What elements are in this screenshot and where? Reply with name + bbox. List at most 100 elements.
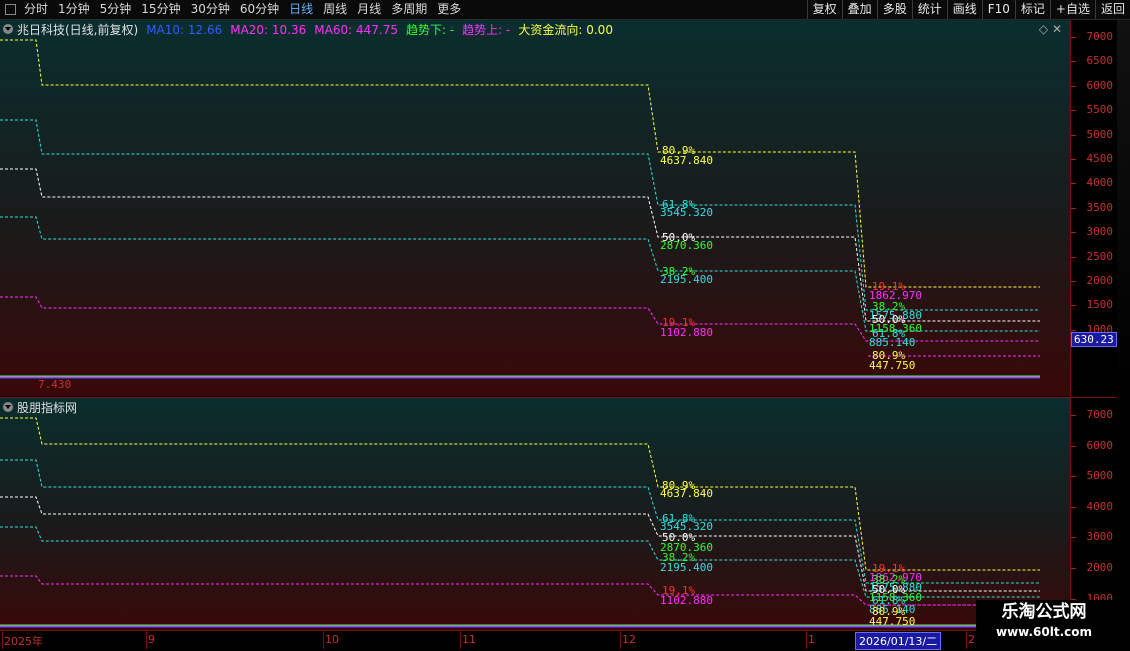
indicator-title: 股朋指标网: [17, 400, 78, 415]
toolbar-button-2[interactable]: 多股: [876, 0, 912, 19]
indicator-y-axis: 7000 6000 5000 4000 3000 2000 1000: [1071, 397, 1117, 631]
diamond-icon[interactable]: ◇: [1039, 22, 1048, 36]
y-tick-mark: [1071, 568, 1076, 569]
indicator-chart[interactable]: 80.9%4637.84061.8%3545.32050.0%2870.3603…: [0, 398, 1070, 631]
x-tick-label: 9: [148, 633, 155, 646]
indicator-value-5: 大资金流向: 0.00: [518, 22, 613, 37]
x-tick-mark: [966, 631, 967, 649]
y-tick-label: 2000: [1086, 561, 1114, 574]
tab-9[interactable]: 多周期: [386, 0, 432, 19]
y-tick-label: 7000: [1086, 408, 1114, 421]
x-tick-label: 2: [968, 633, 975, 646]
y-tick-mark: [1071, 305, 1076, 307]
indicator-panel[interactable]: 股朋指标网 80.9% 4637.840 61.8% 3545.320 50.0% 287…: [0, 397, 1071, 631]
y-tick-label: 6000: [1086, 78, 1114, 92]
indicator-value-3: 趋势下: -: [405, 22, 455, 37]
y-tick-mark: [1071, 134, 1076, 136]
y-tick-label: 5000: [1086, 127, 1114, 141]
y-tick-label: 3500: [1086, 200, 1114, 214]
indicator-value-1: MA20: 10.36: [230, 22, 307, 37]
x-tick-mark: [460, 631, 461, 649]
y-tick-mark: [1071, 256, 1076, 258]
fib-value-label: 4637.840: [660, 487, 713, 500]
tab-5[interactable]: 60分钟: [235, 0, 284, 19]
tab-10[interactable]: 更多: [432, 0, 466, 19]
x-tick-mark: [806, 631, 807, 649]
fib-value-label: 2195.400: [660, 561, 713, 574]
x-tick-mark: [146, 631, 147, 649]
y-tick-mark: [1071, 329, 1076, 331]
y-tick-mark: [1071, 537, 1076, 539]
tab-6[interactable]: 日线: [284, 0, 318, 19]
main-price-chart[interactable]: 80.9%4637.84061.8%3545.32050.0%2870.3603…: [0, 20, 1070, 396]
x-tick-label: 2025年: [4, 635, 43, 648]
y-tick-mark: [1071, 506, 1076, 508]
toolbar-button-5[interactable]: F10: [981, 0, 1015, 19]
y-tick-label: 5000: [1086, 469, 1114, 483]
toolbar-button-8[interactable]: 返回: [1094, 0, 1130, 19]
fib-value-label: 447.750: [869, 615, 915, 628]
y-tick-mark: [1071, 110, 1076, 112]
toolbar-button-7[interactable]: +自选: [1049, 0, 1095, 19]
tab-2[interactable]: 5分钟: [95, 0, 137, 19]
x-tick-mark: [620, 631, 621, 649]
y-tick-mark: [1071, 281, 1076, 282]
y-tick-mark: [1071, 415, 1076, 416]
indicator-value-0: MA10: 12.66: [146, 22, 223, 37]
period-tabs: 分时 1分钟 5分钟 15分钟 30分钟 60分钟 日线 周线 月线 多周期 更多: [0, 0, 466, 19]
toolbar-buttons: 复权 叠加 多股 统计 画线 F10 标记 +自选 返回: [806, 0, 1130, 19]
current-price-badge: 630.23: [1071, 332, 1117, 347]
selected-date-badge: 2026/01/13/二: [855, 632, 942, 650]
site-watermark: 乐淘公式网 www.60lt.com: [976, 600, 1112, 646]
right-side-strip-2: [1117, 397, 1130, 630]
x-tick-mark: [323, 631, 324, 649]
y-tick-mark: [1071, 207, 1076, 209]
stock-title: 兆日科技(日线,前复权): [17, 22, 139, 37]
tab-0[interactable]: 分时: [19, 0, 53, 19]
y-tick-label: 4000: [1086, 176, 1114, 190]
indicator-value-4: 趋势上: -: [462, 22, 511, 37]
toolbar-button-0[interactable]: 复权: [806, 0, 842, 19]
tab-4[interactable]: 30分钟: [186, 0, 235, 19]
y-tick-label: 1500: [1086, 298, 1114, 312]
close-icon[interactable]: ✕: [1052, 22, 1062, 36]
fib-value-label: 885.140: [869, 336, 915, 349]
fib-value-label: 447.750: [869, 359, 915, 372]
fib-value-label: 1102.880: [660, 594, 713, 607]
tab-3[interactable]: 15分钟: [136, 0, 185, 19]
y-tick-mark: [1071, 37, 1076, 38]
fib-value-label: 2870.360: [660, 239, 713, 252]
toolbar-button-6[interactable]: 标记: [1014, 0, 1050, 19]
y-tick-mark: [1071, 61, 1076, 63]
y-tick-mark: [1071, 232, 1076, 234]
period-toolbar: 分时 1分钟 5分钟 15分钟 30分钟 60分钟 日线 周线 月线 多周期 更多 复权 叠加 多股 统计…: [0, 0, 1130, 20]
main-chart-panel[interactable]: 兆日科技(日线,前复权) MA10: 12.66 MA20: 10.36 MA60:…: [0, 20, 1071, 396]
bottom-value-label: 7.430: [38, 378, 71, 391]
collapse-arrow-icon[interactable]: [3, 24, 13, 34]
brand-url: www.60lt.com: [995, 625, 1093, 639]
date-axis: 2026/01/13/二 2025年 9 10 11 12 1 2: [0, 630, 1070, 651]
x-tick-label: 11: [462, 633, 476, 646]
y-tick-label: 2500: [1086, 249, 1114, 263]
panel-controls: ◇ ✕: [1039, 22, 1062, 36]
toolbar-button-3[interactable]: 统计: [911, 0, 947, 19]
y-tick-mark: [1071, 476, 1076, 478]
tab-1[interactable]: 1分钟: [53, 0, 95, 19]
x-tick-label: 1: [808, 633, 815, 646]
fib-value-label: 1102.880: [660, 326, 713, 339]
tab-7[interactable]: 周线: [318, 0, 352, 19]
x-tick-label: 12: [622, 633, 636, 646]
y-tick-mark: [1071, 85, 1076, 87]
y-tick-label: 3000: [1086, 530, 1114, 544]
toolbar-button-1[interactable]: 叠加: [841, 0, 877, 19]
y-tick-label: 4000: [1086, 499, 1114, 513]
y-tick-label: 6000: [1086, 438, 1114, 452]
y-tick-label: 4500: [1086, 152, 1114, 165]
y-tick-mark: [1071, 159, 1076, 160]
indicator-header: 股朋指标网: [0, 398, 77, 416]
collapse-arrow-icon[interactable]: [3, 402, 13, 412]
fib-value-label: 2195.400: [660, 273, 713, 286]
right-side-strip[interactable]: [1117, 20, 1130, 396]
tab-8[interactable]: 月线: [352, 0, 386, 19]
toolbar-button-4[interactable]: 画线: [946, 0, 982, 19]
